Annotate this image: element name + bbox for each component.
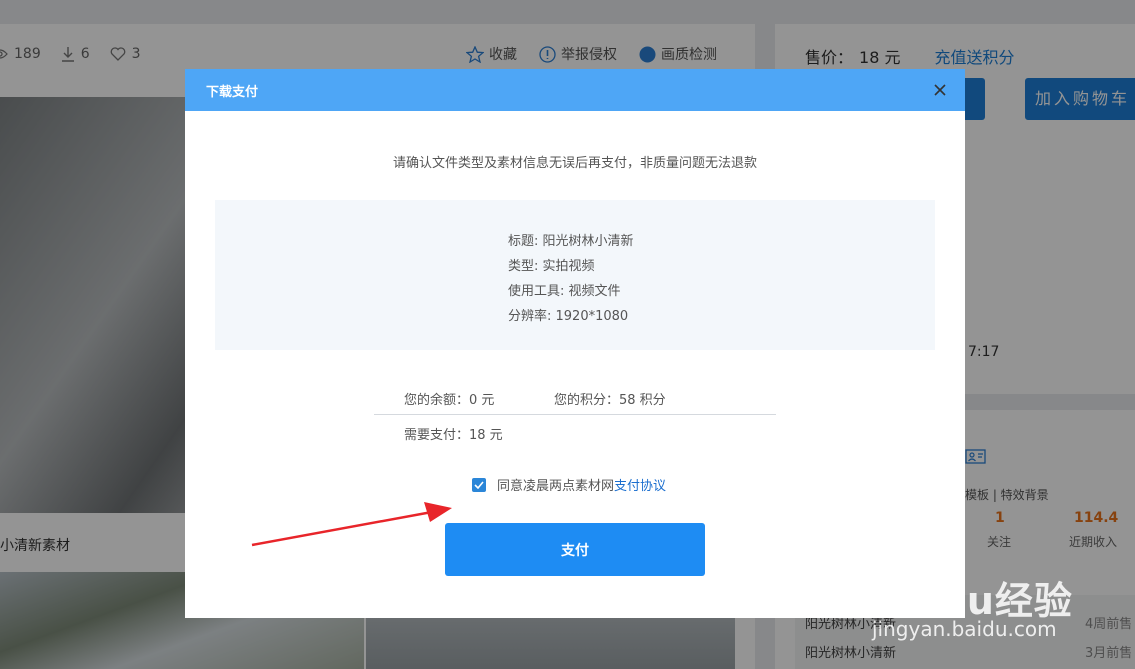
dialog-header: 下载支付: [185, 69, 965, 111]
agreement-row: 同意凌晨两点素材网 支付协议: [472, 475, 666, 494]
payment-agreement-link[interactable]: 支付协议: [614, 475, 666, 494]
baidu-watermark: Baidu经验 jingyan.baidu.com: [868, 562, 1098, 662]
balance-text: 您的余额：0 元: [404, 393, 495, 408]
download-payment-dialog: 下载支付 请确认文件类型及素材信息无误后再支付，非质量问题无法退款 标题: 阳光…: [185, 69, 965, 618]
close-icon[interactable]: [932, 82, 948, 98]
agreement-checkbox[interactable]: [472, 477, 486, 492]
info-resolution: 分辨率: 1920*1080: [508, 309, 629, 324]
amount-due-text: 需要支付：18 元: [404, 428, 503, 443]
agreement-text: 同意凌晨两点素材网: [497, 479, 615, 494]
points-text: 您的积分：58 积分: [554, 393, 666, 408]
refund-notice: 请确认文件类型及素材信息无误后再支付，非质量问题无法退款: [392, 156, 757, 171]
dialog-title: 下载支付: [206, 84, 259, 100]
watermark-url: jingyan.baidu.com: [872, 617, 1057, 641]
info-tool: 使用工具: 视频文件: [508, 284, 621, 299]
info-title: 标题: 阳光树林小清新: [508, 234, 634, 249]
divider: [374, 414, 776, 415]
info-type: 类型: 实拍视频: [508, 259, 595, 274]
material-info-box: 标题: 阳光树林小清新 类型: 实拍视频 使用工具: 视频文件 分辨率: 192…: [215, 200, 935, 350]
check-icon: [474, 480, 484, 489]
pay-button[interactable]: 支付: [445, 523, 705, 576]
